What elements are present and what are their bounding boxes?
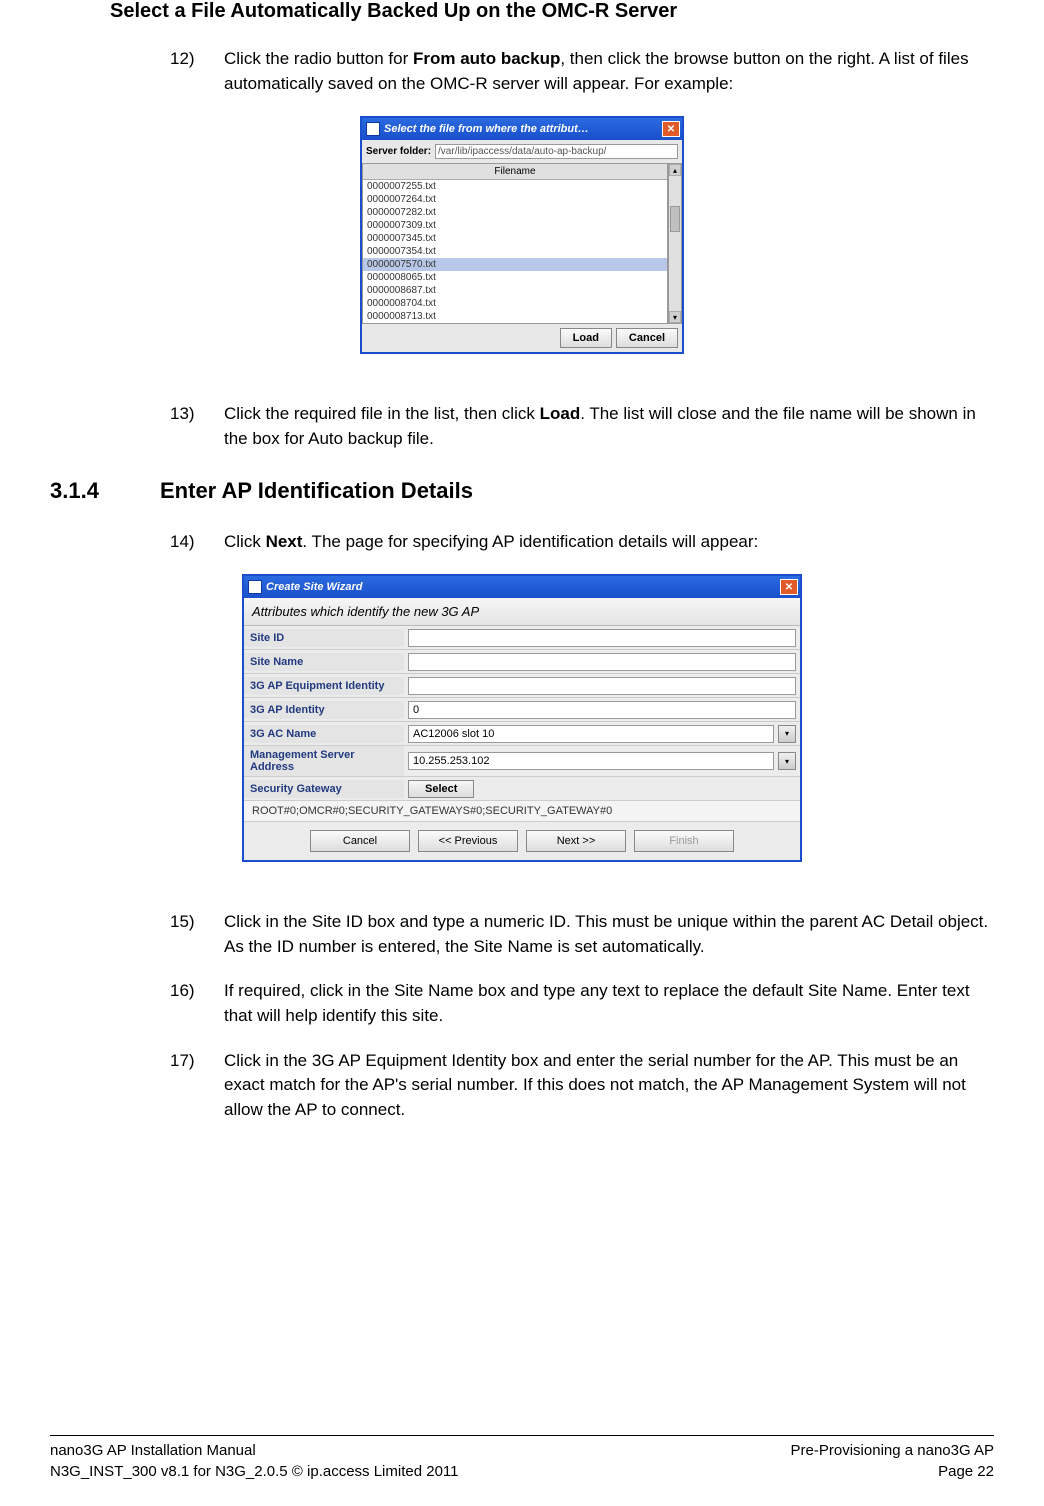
footer-doc-title: nano3G AP Installation Manual bbox=[50, 1440, 459, 1461]
step-text-bold: From auto backup bbox=[413, 49, 560, 68]
mgmt-server-address-input[interactable] bbox=[408, 752, 774, 770]
filename-column-header[interactable]: Filename bbox=[363, 164, 667, 180]
dialog-titlebar[interactable]: Create Site Wizard ✕ bbox=[244, 576, 800, 598]
file-row[interactable]: 0000008713.txt bbox=[363, 310, 667, 323]
step-number: 16) bbox=[170, 979, 224, 1028]
ac-name-input[interactable] bbox=[408, 725, 774, 743]
file-row[interactable]: 0000007345.txt bbox=[363, 232, 667, 245]
footer-section-title: Pre-Provisioning a nano3G AP bbox=[791, 1440, 994, 1461]
create-site-wizard-dialog: Create Site Wizard ✕ Attributes which id… bbox=[242, 574, 802, 862]
wizard-finish-button: Finish bbox=[634, 830, 734, 852]
ap-identity-row: 3G AP Identity bbox=[244, 698, 800, 722]
step-text: Click in the 3G AP Equipment Identity bo… bbox=[224, 1049, 994, 1123]
step-14: 14) Click Next. The page for specifying … bbox=[170, 530, 994, 555]
server-folder-row: Server folder: bbox=[362, 140, 682, 163]
site-name-input[interactable] bbox=[408, 653, 796, 671]
file-row[interactable]: 0000007354.txt bbox=[363, 245, 667, 258]
dialog-title: Select the file from where the attribut… bbox=[384, 123, 658, 135]
file-row[interactable]: 0000007282.txt bbox=[363, 206, 667, 219]
site-name-label: Site Name bbox=[244, 653, 404, 671]
dialog-titlebar[interactable]: Select the file from where the attribut…… bbox=[362, 118, 682, 140]
step-13: 13) Click the required file in the list,… bbox=[170, 402, 994, 451]
scroll-down-icon[interactable]: ▾ bbox=[669, 311, 681, 323]
subsection-title: Enter AP Identification Details bbox=[160, 478, 473, 504]
file-row[interactable]: 0000007255.txt bbox=[363, 180, 667, 193]
site-id-input[interactable] bbox=[408, 629, 796, 647]
close-icon[interactable]: ✕ bbox=[662, 121, 680, 137]
step-number: 17) bbox=[170, 1049, 224, 1123]
file-row[interactable]: 0000007570.txt bbox=[363, 258, 667, 271]
chevron-down-icon[interactable]: ▾ bbox=[778, 725, 796, 743]
wizard-previous-button[interactable]: << Previous bbox=[418, 830, 518, 852]
section-heading: Select a File Automatically Backed Up on… bbox=[110, 0, 994, 23]
ap-identity-input[interactable] bbox=[408, 701, 796, 719]
cancel-button[interactable]: Cancel bbox=[616, 328, 678, 348]
window-icon bbox=[366, 122, 380, 136]
wizard-subtitle: Attributes which identify the new 3G AP bbox=[244, 598, 800, 626]
step-number: 14) bbox=[170, 530, 224, 555]
ac-name-row: 3G AC Name ▾ bbox=[244, 722, 800, 746]
scroll-track[interactable] bbox=[669, 176, 681, 311]
step-12: 12) Click the radio button for From auto… bbox=[170, 47, 994, 96]
step-17: 17) Click in the 3G AP Equipment Identit… bbox=[170, 1049, 994, 1123]
equipment-identity-row: 3G AP Equipment Identity bbox=[244, 674, 800, 698]
equipment-identity-label: 3G AP Equipment Identity bbox=[244, 677, 404, 695]
footer-doc-version: N3G_INST_300 v8.1 for N3G_2.0.5 © ip.acc… bbox=[50, 1461, 459, 1482]
file-chooser-dialog: Select the file from where the attribut…… bbox=[360, 116, 684, 354]
step-text-pre: Click bbox=[224, 532, 266, 551]
step-text-bold: Load bbox=[540, 404, 581, 423]
mgmt-server-address-label: Management Server Address bbox=[244, 746, 404, 776]
security-gateway-row: Security Gateway Select bbox=[244, 777, 800, 801]
step-15: 15) Click in the Site ID box and type a … bbox=[170, 910, 994, 959]
wizard-next-button[interactable]: Next >> bbox=[526, 830, 626, 852]
chevron-down-icon[interactable]: ▾ bbox=[778, 752, 796, 770]
ac-name-label: 3G AC Name bbox=[244, 725, 404, 743]
window-icon bbox=[248, 580, 262, 594]
step-text: Click the required file in the list, the… bbox=[224, 402, 994, 451]
dialog-title: Create Site Wizard bbox=[266, 581, 776, 593]
load-button[interactable]: Load bbox=[560, 328, 612, 348]
equipment-identity-input[interactable] bbox=[408, 677, 796, 695]
step-text: If required, click in the Site Name box … bbox=[224, 979, 994, 1028]
step-text-pre: Click the required file in the list, the… bbox=[224, 404, 540, 423]
file-row[interactable]: 0000008704.txt bbox=[363, 297, 667, 310]
close-icon[interactable]: ✕ bbox=[780, 579, 798, 595]
scroll-thumb[interactable] bbox=[670, 206, 680, 232]
site-name-row: Site Name bbox=[244, 650, 800, 674]
page-footer: nano3G AP Installation Manual N3G_INST_3… bbox=[50, 1435, 994, 1482]
step-text-post: . The page for specifying AP identificat… bbox=[302, 532, 758, 551]
step-16: 16) If required, click in the Site Name … bbox=[170, 979, 994, 1028]
server-folder-label: Server folder: bbox=[366, 146, 431, 157]
site-id-row: Site ID bbox=[244, 626, 800, 650]
server-folder-input[interactable] bbox=[435, 144, 678, 159]
file-row[interactable]: 0000008687.txt bbox=[363, 284, 667, 297]
step-text: Click the radio button for From auto bac… bbox=[224, 47, 994, 96]
step-text: Click in the Site ID box and type a nume… bbox=[224, 910, 994, 959]
file-list: Filename 0000007255.txt0000007264.txt000… bbox=[362, 163, 668, 324]
step-number: 12) bbox=[170, 47, 224, 96]
site-id-label: Site ID bbox=[244, 629, 404, 647]
security-gateway-select-button[interactable]: Select bbox=[408, 780, 474, 798]
step-text-bold: Next bbox=[266, 532, 303, 551]
security-gateway-label: Security Gateway bbox=[244, 780, 404, 798]
mgmt-server-address-row: Management Server Address ▾ bbox=[244, 746, 800, 777]
step-number: 15) bbox=[170, 910, 224, 959]
file-list-scrollbar[interactable]: ▴ ▾ bbox=[668, 163, 682, 324]
scroll-up-icon[interactable]: ▴ bbox=[669, 164, 681, 176]
subsection-heading: 3.1.4 Enter AP Identification Details bbox=[50, 478, 994, 504]
wizard-cancel-button[interactable]: Cancel bbox=[310, 830, 410, 852]
footer-page-number: Page 22 bbox=[791, 1461, 994, 1482]
ap-identity-label: 3G AP Identity bbox=[244, 701, 404, 719]
file-row[interactable]: 0000007309.txt bbox=[363, 219, 667, 232]
file-row[interactable]: 0000007264.txt bbox=[363, 193, 667, 206]
step-text: Click Next. The page for specifying AP i… bbox=[224, 530, 994, 555]
step-text-pre: Click the radio button for bbox=[224, 49, 413, 68]
step-number: 13) bbox=[170, 402, 224, 451]
file-row[interactable]: 0000008065.txt bbox=[363, 271, 667, 284]
subsection-number: 3.1.4 bbox=[50, 478, 160, 504]
security-gateway-path: ROOT#0;OMCR#0;SECURITY_GATEWAYS#0;SECURI… bbox=[244, 801, 800, 822]
